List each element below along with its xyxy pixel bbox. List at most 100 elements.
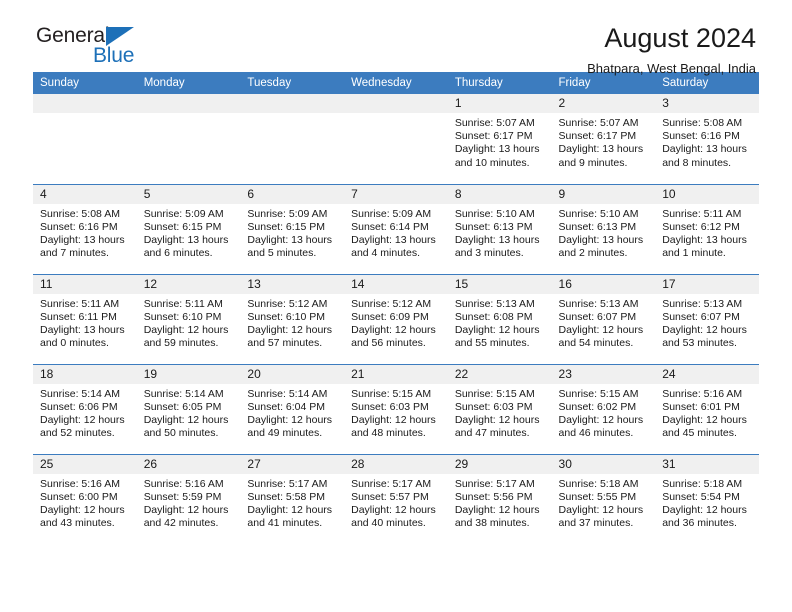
calendar-day-cell[interactable]: 22 Sunrise: 5:15 AM Sunset: 6:03 PM Dayligh… xyxy=(447,363,552,454)
calendar-day-cell[interactable]: 12 Sunrise: 5:11 AM Sunset: 6:10 PM Dayligh… xyxy=(136,273,241,364)
sunset-text: Sunset: 6:02 PM xyxy=(558,400,637,413)
day-number: 8 xyxy=(447,184,552,204)
calendar-day-cell-empty xyxy=(33,94,137,184)
calendar-page: General Blue August 2024 Bhatpara, West … xyxy=(0,0,792,612)
day-details: Sunrise: 5:14 AM Sunset: 6:04 PM Daylight:… xyxy=(240,384,344,441)
sunset-text: Sunset: 6:03 PM xyxy=(454,400,533,413)
sunset-text: Sunset: 6:00 PM xyxy=(40,490,118,503)
calendar-day-cell[interactable]: 23 Sunrise: 5:15 AM Sunset: 6:02 PM Dayligh… xyxy=(551,363,656,454)
sunrise-text: Sunrise: 5:16 AM xyxy=(662,387,743,400)
daylight-text: Daylight: 12 hours and 50 minutes. xyxy=(143,413,229,440)
sunset-text: Sunset: 6:04 PM xyxy=(247,400,326,413)
calendar-day-cell[interactable]: 30 Sunrise: 5:18 AM Sunset: 5:55 PM Dayligh… xyxy=(551,453,656,544)
day-details: Sunrise: 5:17 AM Sunset: 5:57 PM Daylight:… xyxy=(344,474,448,531)
masthead: General Blue August 2024 Bhatpara, West … xyxy=(33,0,759,76)
weekday-header-tuesday: Tuesday xyxy=(240,72,345,94)
day-number: 9 xyxy=(551,184,656,204)
calendar-day-cell[interactable]: 1 Sunrise: 5:07 AM Sunset: 6:17 PM Daylight… xyxy=(447,94,552,184)
calendar-day-cell[interactable]: 6 Sunrise: 5:09 AM Sunset: 6:15 PM Daylight… xyxy=(240,183,345,274)
calendar-week-row: 25 Sunrise: 5:16 AM Sunset: 6:00 PM Dayligh… xyxy=(33,453,759,544)
day-number xyxy=(136,94,241,113)
day-number: 21 xyxy=(344,364,448,384)
day-number: 23 xyxy=(551,364,656,384)
calendar-day-cell[interactable]: 3 Sunrise: 5:08 AM Sunset: 6:16 PM Daylight… xyxy=(655,94,759,184)
calendar-day-cell[interactable]: 16 Sunrise: 5:13 AM Sunset: 6:07 PM Dayligh… xyxy=(551,273,656,364)
calendar-day-cell[interactable]: 11 Sunrise: 5:11 AM Sunset: 6:11 PM Dayligh… xyxy=(33,273,137,364)
daylight-text: Daylight: 13 hours and 7 minutes. xyxy=(40,233,125,260)
sunrise-text: Sunrise: 5:09 AM xyxy=(143,207,224,220)
day-details: Sunrise: 5:16 AM Sunset: 6:00 PM Daylight:… xyxy=(33,474,137,531)
day-number: 16 xyxy=(551,274,656,294)
general-blue-logo[interactable]: General Blue xyxy=(36,24,236,72)
daylight-text: Daylight: 12 hours and 48 minutes. xyxy=(351,413,436,440)
day-number: 5 xyxy=(136,184,241,204)
daylight-text: Daylight: 12 hours and 46 minutes. xyxy=(558,413,644,440)
calendar-day-cell[interactable]: 5 Sunrise: 5:09 AM Sunset: 6:15 PM Daylight… xyxy=(136,183,241,274)
sunrise-text: Sunrise: 5:13 AM xyxy=(662,297,743,310)
sunrise-text: Sunrise: 5:14 AM xyxy=(143,387,224,400)
calendar-day-cell[interactable]: 17 Sunrise: 5:13 AM Sunset: 6:07 PM Dayligh… xyxy=(655,273,759,364)
sunset-text: Sunset: 6:10 PM xyxy=(247,310,326,323)
daylight-text: Daylight: 12 hours and 38 minutes. xyxy=(454,503,540,530)
day-number: 6 xyxy=(240,184,345,204)
calendar-week-row: 4 Sunrise: 5:08 AM Sunset: 6:16 PM Daylight… xyxy=(33,183,759,274)
sunset-text: Sunset: 6:13 PM xyxy=(558,220,637,233)
weekday-header-wednesday: Wednesday xyxy=(344,72,448,94)
sunrise-text: Sunrise: 5:16 AM xyxy=(143,477,224,490)
calendar-day-cell[interactable]: 8 Sunrise: 5:10 AM Sunset: 6:13 PM Daylight… xyxy=(447,183,552,274)
calendar-day-cell[interactable]: 4 Sunrise: 5:08 AM Sunset: 6:16 PM Daylight… xyxy=(33,183,137,274)
day-details: Sunrise: 5:09 AM Sunset: 6:15 PM Daylight:… xyxy=(240,204,344,261)
daylight-text: Daylight: 13 hours and 6 minutes. xyxy=(143,233,229,260)
daylight-text: Daylight: 12 hours and 52 minutes. xyxy=(40,413,125,440)
day-number: 11 xyxy=(33,274,137,294)
daylight-text: Daylight: 12 hours and 42 minutes. xyxy=(143,503,229,530)
calendar-day-cell[interactable]: 13 Sunrise: 5:12 AM Sunset: 6:10 PM Dayligh… xyxy=(240,273,345,364)
calendar-day-cell[interactable]: 29 Sunrise: 5:17 AM Sunset: 5:56 PM Dayligh… xyxy=(447,453,552,544)
day-number: 4 xyxy=(33,184,137,204)
day-number: 28 xyxy=(344,454,448,474)
day-number xyxy=(33,94,137,113)
calendar-day-cell[interactable]: 19 Sunrise: 5:14 AM Sunset: 6:05 PM Dayligh… xyxy=(136,363,241,454)
calendar-day-cell[interactable]: 20 Sunrise: 5:14 AM Sunset: 6:04 PM Dayligh… xyxy=(240,363,345,454)
day-details: Sunrise: 5:12 AM Sunset: 6:09 PM Daylight:… xyxy=(344,294,448,351)
sunset-text: Sunset: 6:15 PM xyxy=(247,220,326,233)
sunset-text: Sunset: 6:16 PM xyxy=(662,130,740,143)
calendar-day-cell[interactable]: 15 Sunrise: 5:13 AM Sunset: 6:08 PM Dayligh… xyxy=(447,273,552,364)
calendar-day-cell[interactable]: 27 Sunrise: 5:17 AM Sunset: 5:58 PM Dayligh… xyxy=(240,453,345,544)
calendar-week-row: 11 Sunrise: 5:11 AM Sunset: 6:11 PM Dayligh… xyxy=(33,273,759,364)
daylight-text: Daylight: 12 hours and 41 minutes. xyxy=(247,503,333,530)
daylight-text: Daylight: 12 hours and 47 minutes. xyxy=(454,413,540,440)
day-number: 12 xyxy=(136,274,241,294)
calendar-day-cell[interactable]: 9 Sunrise: 5:10 AM Sunset: 6:13 PM Daylight… xyxy=(551,183,656,274)
sunset-text: Sunset: 5:55 PM xyxy=(558,490,637,503)
calendar-day-cell[interactable]: 25 Sunrise: 5:16 AM Sunset: 6:00 PM Dayligh… xyxy=(33,453,137,544)
day-number: 10 xyxy=(655,184,759,204)
calendar-day-cell[interactable]: 18 Sunrise: 5:14 AM Sunset: 6:06 PM Dayligh… xyxy=(33,363,137,454)
sunrise-text: Sunrise: 5:08 AM xyxy=(662,117,743,129)
sunrise-text: Sunrise: 5:14 AM xyxy=(247,387,328,400)
calendar-day-cell[interactable]: 26 Sunrise: 5:16 AM Sunset: 5:59 PM Dayligh… xyxy=(136,453,241,544)
day-number: 26 xyxy=(136,454,241,474)
calendar-day-cell[interactable]: 14 Sunrise: 5:12 AM Sunset: 6:09 PM Dayligh… xyxy=(344,273,448,364)
calendar-day-cell-empty xyxy=(240,94,345,184)
daylight-text: Daylight: 12 hours and 53 minutes. xyxy=(662,323,747,350)
day-details: Sunrise: 5:10 AM Sunset: 6:13 PM Daylight:… xyxy=(552,204,656,261)
day-details: Sunrise: 5:15 AM Sunset: 6:03 PM Daylight:… xyxy=(344,384,448,441)
calendar-day-cell[interactable]: 7 Sunrise: 5:09 AM Sunset: 6:14 PM Daylight… xyxy=(344,183,448,274)
day-number: 20 xyxy=(240,364,345,384)
calendar-day-cell[interactable]: 10 Sunrise: 5:11 AM Sunset: 6:12 PM Dayligh… xyxy=(655,183,759,274)
calendar-day-cell[interactable]: 24 Sunrise: 5:16 AM Sunset: 6:01 PM Dayligh… xyxy=(655,363,759,454)
calendar-day-cell[interactable]: 28 Sunrise: 5:17 AM Sunset: 5:57 PM Dayligh… xyxy=(344,453,448,544)
sunset-text: Sunset: 6:12 PM xyxy=(662,220,740,233)
sunset-text: Sunset: 6:13 PM xyxy=(454,220,533,233)
day-number: 19 xyxy=(136,364,241,384)
sunrise-text: Sunrise: 5:11 AM xyxy=(40,297,120,310)
daylight-text: Daylight: 13 hours and 9 minutes. xyxy=(558,143,644,169)
calendar-day-cell[interactable]: 2 Sunrise: 5:07 AM Sunset: 6:17 PM Daylight… xyxy=(551,94,656,184)
day-number: 3 xyxy=(655,94,759,113)
calendar-day-cell[interactable]: 21 Sunrise: 5:15 AM Sunset: 6:03 PM Dayligh… xyxy=(344,363,448,454)
sunset-text: Sunset: 6:07 PM xyxy=(558,310,637,323)
calendar-day-cell[interactable]: 31 Sunrise: 5:18 AM Sunset: 5:54 PM Dayligh… xyxy=(655,453,759,544)
daylight-text: Daylight: 13 hours and 2 minutes. xyxy=(558,233,644,260)
daylight-text: Daylight: 13 hours and 5 minutes. xyxy=(247,233,333,260)
